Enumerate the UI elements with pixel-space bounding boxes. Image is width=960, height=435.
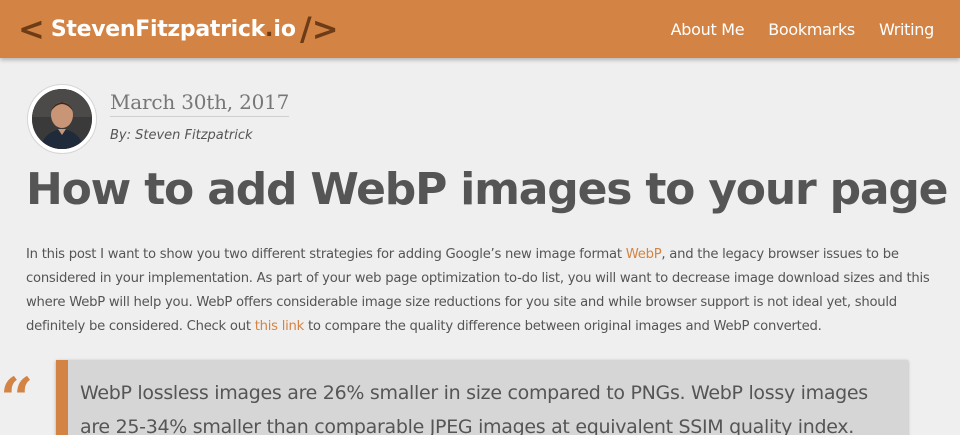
post-intro: In this post I want to show you two diff… [26, 243, 936, 339]
main-nav: About Me Bookmarks Writing [647, 20, 935, 39]
nav-link-about-me[interactable]: About Me [671, 20, 745, 39]
brand-bracket-right: /> [300, 10, 339, 48]
brand-bracket-left: < [18, 10, 45, 48]
author-photo [32, 89, 92, 149]
intro-text-3: to compare the quality difference betwee… [304, 319, 822, 334]
post-author: By: Steven Fitzpatrick [110, 128, 253, 143]
site-logo-link[interactable]: < StevenFitzpatrick. io /> [18, 13, 339, 45]
post-title: How to add WebP images to your page [26, 164, 948, 215]
post-blockquote: WebP lossless images are 26% smaller in … [56, 360, 908, 435]
quote-mark-icon: “ [0, 365, 34, 433]
site-header: < StevenFitzpatrick. io /> About Me Bookm… [0, 0, 960, 58]
brand-dot: . [264, 16, 274, 42]
author-avatar [27, 84, 97, 154]
comparison-link[interactable]: this link [255, 319, 305, 334]
intro-text-1: In this post I want to show you two diff… [26, 247, 626, 262]
blockquote-text: WebP lossless images are 26% smaller in … [80, 382, 868, 435]
webp-link[interactable]: WebP [626, 247, 662, 262]
nav-link-writing[interactable]: Writing [879, 20, 934, 39]
brand-tld: io [273, 16, 296, 42]
post-date: March 30th, 2017 [110, 90, 289, 117]
nav-link-bookmarks[interactable]: Bookmarks [768, 20, 855, 39]
author-photo-image [32, 89, 92, 149]
brand-name: StevenFitzpatrick [50, 16, 265, 42]
